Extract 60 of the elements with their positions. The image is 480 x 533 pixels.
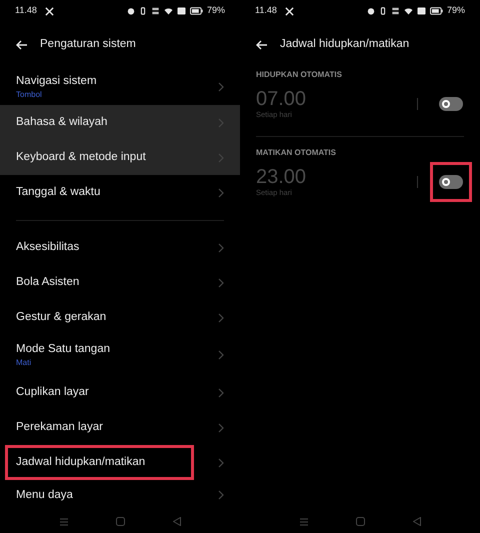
status-time: 11.48 <box>15 4 37 18</box>
home-icon[interactable] <box>116 517 124 526</box>
item-label: Navigasi sistem <box>16 74 97 88</box>
settings-item[interactable]: Keyboard & metode input <box>0 140 240 175</box>
item-label: Cuplikan layar <box>16 385 89 400</box>
item-label: Tanggal & waktu <box>16 185 100 200</box>
battery-percent: 79% <box>206 4 225 18</box>
x-logo-icon <box>284 6 294 16</box>
menu-icon[interactable] <box>300 518 308 526</box>
chevron-icon <box>218 118 224 128</box>
alarm-icon <box>366 7 375 15</box>
battery-icon <box>430 7 443 15</box>
item-label: Perekaman layar <box>16 420 103 435</box>
page-title: Jadwal hidupkan/matikan <box>280 37 410 52</box>
chevron-icon <box>218 278 224 288</box>
item-value: Mati <box>16 357 32 368</box>
chevron-icon <box>218 388 224 398</box>
notification-icon <box>176 7 186 15</box>
item-label: Bahasa & wilayah <box>16 115 108 130</box>
item-value: Tombol <box>16 88 43 100</box>
chevron-icon <box>218 350 224 360</box>
item-label: Menu daya <box>16 488 73 502</box>
item-label: Aksesibilitas <box>16 240 80 255</box>
chevron-icon <box>218 490 224 500</box>
section-heading: MATIKAN OTOMATIS <box>256 147 336 159</box>
item-label: Keyboard & metode input <box>16 150 146 165</box>
wifi-icon <box>164 7 173 15</box>
back-icon[interactable] <box>172 517 180 526</box>
battery-icon <box>190 7 203 15</box>
wifi-icon <box>404 7 413 15</box>
data-speed-icon <box>390 7 400 15</box>
back-icon[interactable] <box>412 517 420 526</box>
vibrate-icon <box>138 7 147 15</box>
chevron-icon <box>218 82 224 92</box>
home-icon[interactable] <box>356 517 364 526</box>
item-label: Jadwal hidupkan/matikan <box>16 455 146 470</box>
toggle-switch[interactable] <box>439 175 463 189</box>
toggle-switch[interactable] <box>439 97 463 111</box>
chevron-icon <box>218 152 224 162</box>
section-heading: HIDUPKAN OTOMATIS <box>256 69 342 81</box>
page-title: Pengaturan sistem <box>40 37 136 52</box>
back-button[interactable] <box>256 40 268 50</box>
chevron-icon <box>218 242 224 252</box>
settings-item[interactable]: Bahasa & wilayah <box>0 105 240 140</box>
item-label: Bola Asisten <box>16 275 80 290</box>
chevron-icon <box>218 422 224 432</box>
chevron-icon <box>218 312 224 322</box>
x-logo-icon <box>44 6 54 16</box>
alarm-icon <box>126 7 135 15</box>
battery-percent: 79% <box>446 4 465 18</box>
status-time: 11.48 <box>255 4 277 18</box>
notification-icon <box>416 7 426 15</box>
data-speed-icon <box>150 7 160 15</box>
item-label: Mode Satu tangan <box>16 342 110 357</box>
menu-icon[interactable] <box>60 518 68 526</box>
chevron-icon <box>218 188 224 198</box>
item-label: Gestur & gerakan <box>16 310 106 325</box>
back-button[interactable] <box>16 40 28 50</box>
chevron-icon <box>218 458 224 468</box>
vibrate-icon <box>378 7 387 15</box>
